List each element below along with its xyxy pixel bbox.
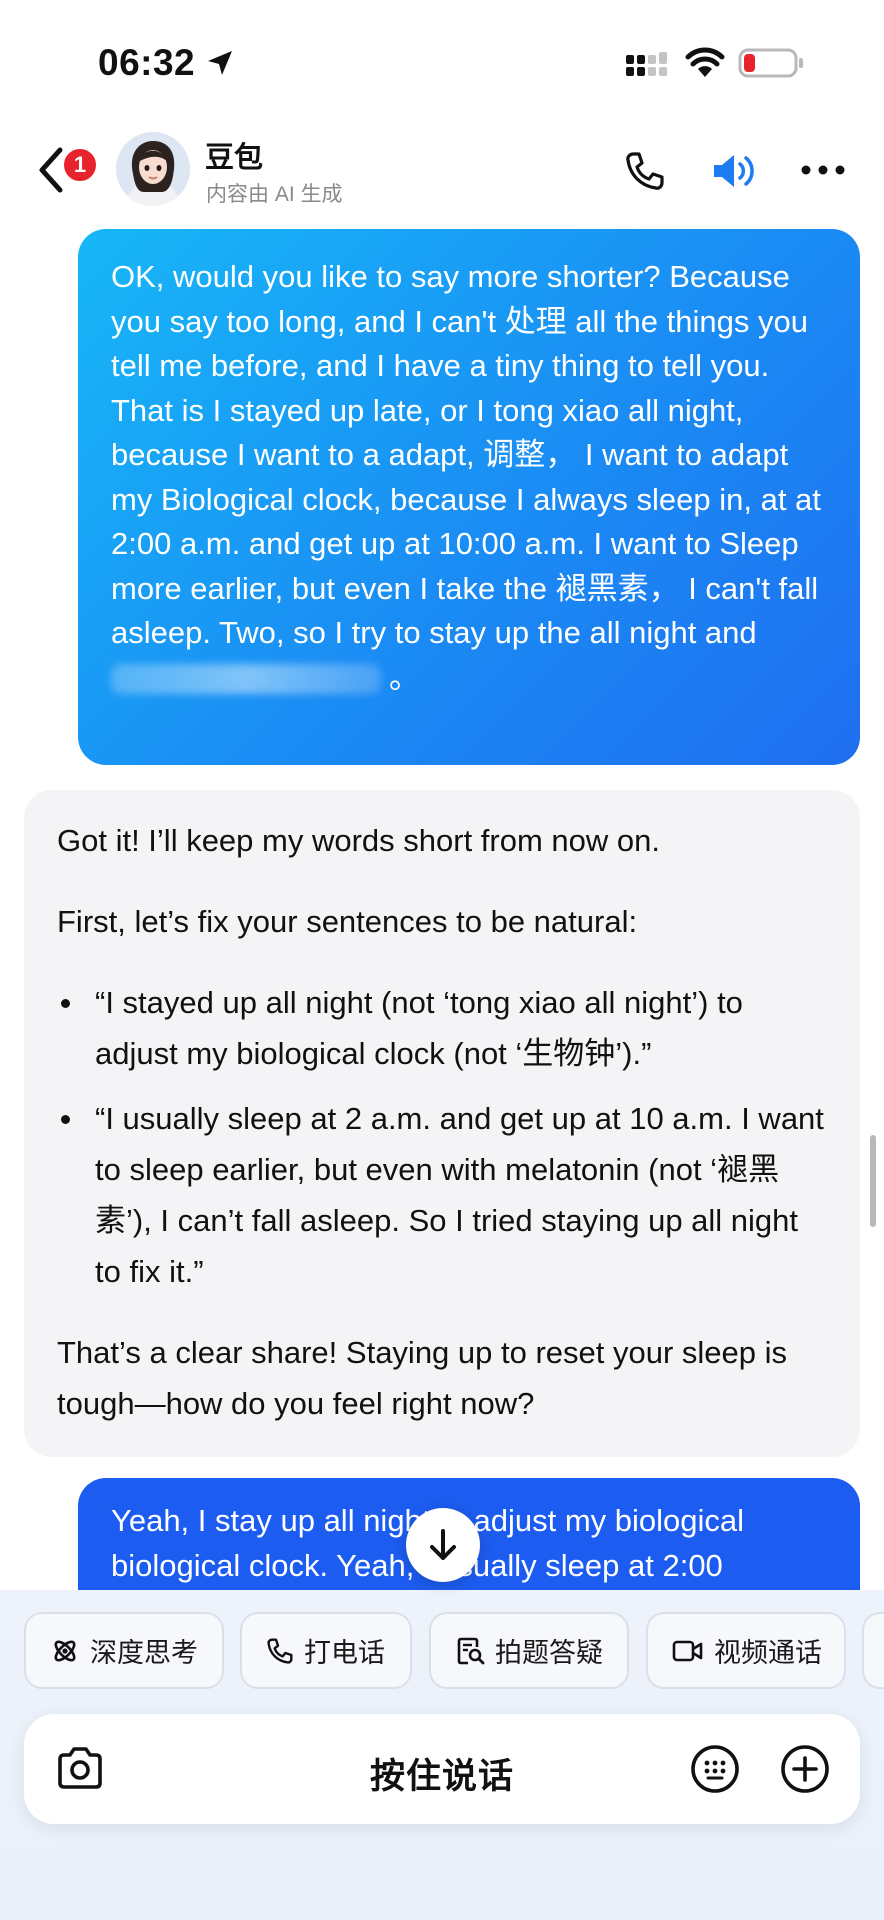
scrollbar[interactable] xyxy=(870,1135,876,1227)
wifi-icon xyxy=(685,47,725,77)
speaker-volume-icon[interactable] xyxy=(710,150,758,192)
quick-action-label: 拍题答疑 xyxy=(495,1638,603,1668)
phone-call-icon[interactable] xyxy=(624,150,666,192)
chat-header: 1 豆包 内容由 AI 生成 xyxy=(0,120,884,220)
quick-action-label: 打电话 xyxy=(304,1638,385,1668)
unread-badge: 1 xyxy=(62,147,98,183)
list-item-text: “I stayed up all night (not ‘tong xiao a… xyxy=(95,985,743,1071)
phone-icon xyxy=(267,1637,293,1664)
arrow-down-icon xyxy=(430,1529,456,1560)
quick-action-bar[interactable]: 深度思考 打电话 拍题答疑 视频通话 xyxy=(24,1612,884,1690)
user-message-tail: 。 xyxy=(389,659,420,695)
keyboard-icon[interactable] xyxy=(689,1743,741,1795)
bot-avatar[interactable] xyxy=(116,132,190,206)
blurred-redaction xyxy=(111,664,381,695)
more-options-icon[interactable] xyxy=(800,164,846,176)
scroll-to-bottom-button[interactable] xyxy=(406,1508,480,1582)
scan-doc-icon xyxy=(457,1637,485,1664)
quick-action-photo-solve[interactable]: 拍题答疑 xyxy=(429,1612,629,1689)
user-message-text: OK, would you like to say more shorter? … xyxy=(111,259,821,650)
quick-action-video-call[interactable]: 视频通话 xyxy=(646,1612,846,1689)
list-item-text: “I usually sleep at 2 a.m. and get up at… xyxy=(95,1101,824,1289)
bot-name: 豆包 xyxy=(205,142,264,174)
chat-message-list[interactable]: OK, would you like to say more shorter? … xyxy=(0,225,884,1590)
quick-action-label: 深度思考 xyxy=(90,1638,198,1668)
list-item: “I stayed up all night (not ‘tong xiao a… xyxy=(57,977,830,1079)
ai-disclaimer: 内容由 AI 生成 xyxy=(206,183,343,206)
battery-low-icon xyxy=(738,48,803,78)
quick-action-deep-think[interactable]: 深度思考 xyxy=(24,1612,224,1689)
voice-input-bar[interactable]: 按住说话 xyxy=(24,1714,860,1824)
location-arrow-icon xyxy=(208,51,232,75)
user-message-bubble[interactable]: OK, would you like to say more shorter? … xyxy=(78,229,860,765)
bot-message-closing: That’s a clear share! Staying up to rese… xyxy=(57,1335,788,1421)
bullet-dot xyxy=(61,999,70,1008)
status-time: 06:32 xyxy=(98,42,196,83)
bullet-dot xyxy=(61,1115,70,1124)
quick-action-call[interactable]: 打电话 xyxy=(240,1612,412,1689)
bot-message-lead: First, let’s fix your sentences to be na… xyxy=(57,904,638,939)
composer-panel: 深度思考 打电话 拍题答疑 视频通话 按住说话 xyxy=(0,1590,884,1920)
cellular-signal-icon xyxy=(626,52,667,76)
plus-icon[interactable] xyxy=(779,1743,831,1795)
video-icon xyxy=(672,1640,703,1661)
back-chevron-icon[interactable] xyxy=(36,146,66,194)
list-item: “I usually sleep at 2 a.m. and get up at… xyxy=(57,1093,830,1297)
avatar-portrait-icon xyxy=(116,132,190,206)
bot-message-bubble[interactable]: Got it! I’ll keep my words short from no… xyxy=(24,790,860,1457)
bot-correction-list: “I stayed up all night (not ‘tong xiao a… xyxy=(57,977,830,1297)
quick-action-label: 视频通话 xyxy=(714,1638,822,1668)
atom-icon xyxy=(54,1640,76,1661)
chat-screen: 06:32 1 豆包 内容由 AI 生成 OK, would you like … xyxy=(0,0,884,1920)
quick-action-more[interactable] xyxy=(862,1612,884,1689)
status-bar: 06:32 xyxy=(0,0,884,120)
bot-message-intro: Got it! I’ll keep my words short from no… xyxy=(57,823,660,858)
